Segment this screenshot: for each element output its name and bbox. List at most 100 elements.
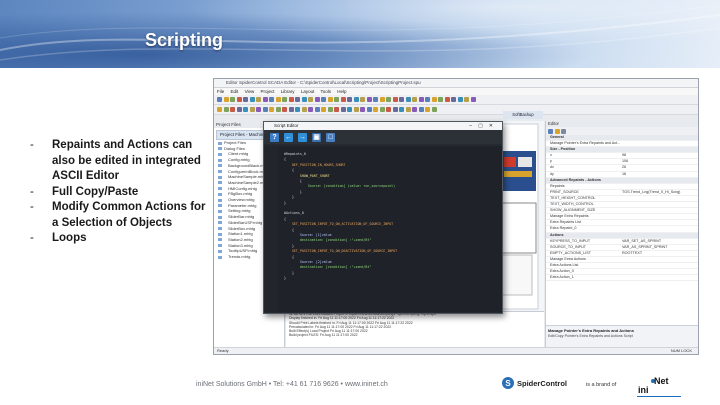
toolbar-button-icon[interactable] [340, 107, 346, 112]
toolbar-button-icon[interactable] [327, 97, 333, 102]
menu-edit[interactable]: Edit [231, 89, 239, 94]
help-icon[interactable]: ? [270, 132, 279, 142]
property-value[interactable]: VAR_AS_SPRINT_SPRINT [622, 245, 698, 250]
toolbar-button-icon[interactable] [412, 107, 417, 112]
property-value[interactable]: VAR_SET_AS_SPRINT [622, 239, 698, 244]
toolbar-button-icon[interactable] [295, 97, 300, 102]
toolbar-button-icon[interactable] [360, 107, 365, 112]
property-value[interactable] [622, 141, 698, 146]
toolbar-button-icon[interactable] [249, 107, 255, 112]
toolbar-button-icon[interactable] [340, 97, 346, 102]
toolbar-button-icon[interactable] [275, 97, 281, 102]
toolbar-button-icon[interactable] [347, 97, 352, 102]
toolbar-button-icon[interactable] [373, 97, 378, 102]
property-value[interactable] [622, 269, 698, 274]
toolbar-button-icon[interactable] [223, 97, 229, 102]
menu-layout[interactable]: Layout [301, 89, 315, 94]
toolbar-button-icon[interactable] [392, 107, 398, 112]
toolbar-button-icon[interactable] [386, 97, 391, 102]
save-icon[interactable]: ▣ [312, 132, 321, 142]
toolbar-button-icon[interactable] [230, 97, 235, 102]
property-value[interactable]: TGS.Trend_Lng(Trend_0_Hi_Scng) [622, 190, 698, 195]
toolbar-button-icon[interactable] [301, 97, 307, 102]
toolbar-button-icon[interactable] [275, 107, 281, 112]
toolbar-button-icon[interactable] [353, 107, 359, 112]
toolbar-button-icon[interactable] [288, 107, 294, 112]
toolbar-button-icon[interactable] [236, 107, 242, 112]
redo-icon[interactable]: → [298, 132, 307, 142]
toolbar-button-icon[interactable] [366, 97, 372, 102]
window-buttons[interactable]: –▢✕ [469, 122, 499, 130]
toolbar-button-icon[interactable] [366, 107, 372, 112]
menu-library[interactable]: Library [281, 89, 295, 94]
toolbar-button-icon[interactable] [373, 107, 378, 112]
toolbar-button-icon[interactable] [386, 107, 391, 112]
property-value[interactable]: ROOTTEXT [622, 251, 698, 256]
property-value[interactable] [622, 208, 698, 213]
toolbar-button-icon[interactable] [314, 97, 320, 102]
toolbar-button-icon[interactable] [243, 107, 248, 112]
toolbar-button-icon[interactable] [262, 97, 268, 102]
toolbar-button-icon[interactable] [327, 107, 333, 112]
property-value[interactable] [622, 233, 698, 238]
toolbar-button-icon[interactable] [321, 107, 326, 112]
property-value[interactable] [622, 263, 698, 268]
toolbar-button-icon[interactable] [412, 97, 417, 102]
toolbar-button-icon[interactable] [236, 97, 242, 102]
toolbar-button-icon[interactable] [321, 97, 326, 102]
toolbar-button-icon[interactable] [217, 97, 222, 102]
property-row[interactable]: Extra Action_1 [546, 275, 698, 282]
property-value[interactable] [622, 178, 698, 183]
menu-file[interactable]: File [217, 89, 224, 94]
toolbar-button-icon[interactable] [230, 107, 235, 112]
property-value[interactable] [622, 147, 698, 152]
toolbar-button-icon[interactable] [334, 97, 339, 102]
toolbar-button-icon[interactable] [282, 107, 287, 112]
toolbar-button-icon[interactable] [418, 107, 424, 112]
toolbar-button-icon[interactable] [308, 107, 313, 112]
toolbar-button-icon[interactable] [444, 97, 450, 102]
tree-item[interactable]: Trends.mhtg [218, 254, 269, 260]
toolbar-button-icon[interactable] [399, 97, 404, 102]
toolbar-button-icon[interactable] [314, 107, 320, 112]
property-value[interactable] [622, 220, 698, 225]
property-value[interactable]: 106 [622, 159, 698, 164]
toolbar-button-icon[interactable] [288, 97, 294, 102]
menu-help[interactable]: Help [337, 89, 346, 94]
toolbar-button-icon[interactable] [269, 107, 274, 112]
toolbar-button-icon[interactable] [438, 97, 443, 102]
toolbar-button-icon[interactable] [360, 97, 365, 102]
property-value[interactable]: 26 [622, 165, 698, 170]
toolbar-button-icon[interactable] [464, 97, 469, 102]
tab-project-files[interactable]: Project Files - Machine [216, 130, 270, 140]
code-editor[interactable]: #Repaints_0{ DEF_POSITION_IN_HOURS_SHORT… [264, 146, 502, 312]
toolbar-button-icon[interactable] [249, 97, 255, 102]
toolbar-button-icon[interactable] [425, 97, 430, 102]
undo-icon[interactable]: ← [284, 132, 293, 142]
tab-document[interactable]: SoftBackup [503, 111, 543, 119]
property-value[interactable]: 98 [622, 153, 698, 158]
toolbar-button-icon[interactable] [431, 107, 437, 112]
property-value[interactable]: 16 [622, 172, 698, 177]
toolbar-button-icon[interactable] [269, 97, 274, 102]
toolbar-button-icon[interactable] [405, 107, 411, 112]
property-value[interactable] [622, 226, 698, 231]
menu-project[interactable]: Project [261, 89, 275, 94]
property-value[interactable] [622, 135, 698, 140]
toolbar-button-icon[interactable] [347, 107, 352, 112]
sort-icon[interactable] [548, 128, 553, 134]
menu-view[interactable]: View [245, 89, 255, 94]
open-icon[interactable]: □ [326, 132, 335, 142]
toolbar-button-icon[interactable] [405, 97, 411, 102]
menu-tools[interactable]: Tools [321, 89, 332, 94]
toolbar-button-icon[interactable] [451, 97, 456, 102]
toolbar-button-icon[interactable] [470, 97, 476, 102]
toolbar-button-icon[interactable] [256, 107, 261, 112]
toolbar-button-icon[interactable] [379, 107, 385, 112]
toolbar-button-icon[interactable] [457, 97, 463, 102]
toolbar-button-icon[interactable] [223, 107, 229, 112]
toolbar-button-icon[interactable] [282, 97, 287, 102]
property-value[interactable] [622, 214, 698, 219]
property-value[interactable] [622, 202, 698, 207]
filter-icon[interactable] [561, 128, 566, 134]
